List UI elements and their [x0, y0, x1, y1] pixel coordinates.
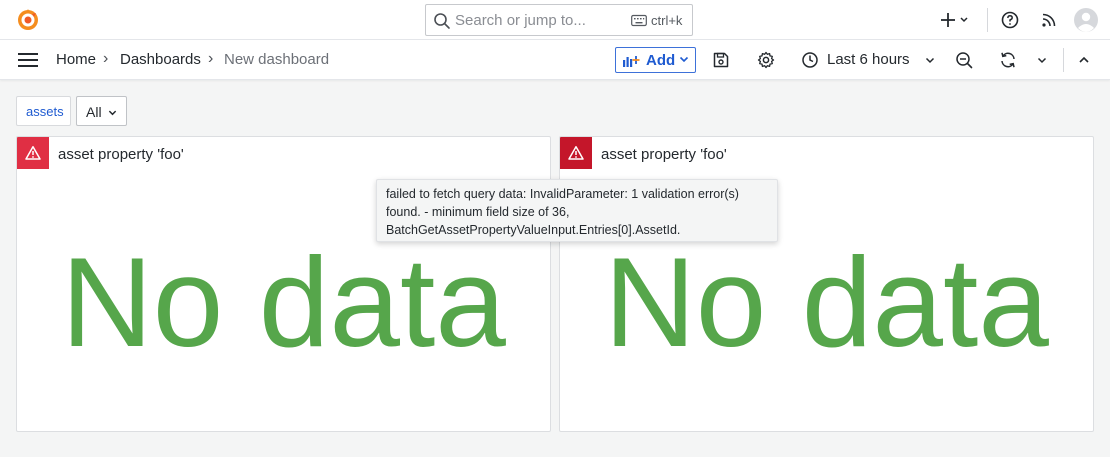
no-data-message: No data — [61, 231, 506, 373]
add-button-label: Add — [646, 52, 676, 69]
dashboard-settings-button[interactable] — [756, 50, 776, 70]
variable-label-text: assets — [26, 104, 64, 119]
no-data-message: No data — [604, 231, 1049, 373]
clock-icon — [802, 52, 818, 68]
chevron-up-icon — [1079, 56, 1089, 63]
grafana-logo-icon[interactable] — [16, 8, 40, 32]
search-input[interactable]: Search or jump to... ctrl+k — [425, 4, 693, 36]
plus-icon — [941, 13, 968, 27]
topbar-divider — [987, 8, 988, 32]
add-button[interactable]: Add — [615, 47, 696, 73]
keyboard-icon — [631, 14, 647, 27]
panel-title[interactable]: asset property 'foo' — [58, 146, 184, 163]
breadcrumb-current: New dashboard — [224, 51, 330, 68]
collapse-toolbar-button[interactable] — [1074, 50, 1094, 70]
time-range-picker[interactable]: Last 6 hours — [827, 51, 910, 68]
chevron-down-icon — [679, 56, 689, 63]
refresh-button[interactable] — [998, 50, 1018, 70]
chevron-down-icon — [1037, 57, 1047, 64]
hamburger-menu-icon[interactable] — [17, 51, 39, 69]
gear-icon — [757, 51, 775, 69]
panel-error-indicator[interactable] — [17, 137, 49, 169]
save-icon — [713, 52, 729, 68]
variable-label: assets — [16, 96, 71, 126]
error-tooltip: failed to fetch query data: InvalidParam… — [376, 179, 778, 242]
refresh-interval-dropdown[interactable] — [1032, 50, 1052, 70]
chevron-down-icon — [108, 110, 117, 116]
new-menu-button[interactable] — [940, 8, 972, 32]
search-icon — [434, 13, 450, 29]
zoom-out-button[interactable] — [954, 50, 974, 70]
navbar-divider — [1063, 48, 1064, 72]
help-icon — [1001, 11, 1019, 29]
news-button[interactable] — [1037, 8, 1061, 32]
warning-icon — [25, 146, 41, 160]
panel-error-indicator[interactable] — [560, 137, 592, 169]
top-bar: Search or jump to... ctrl+k — [0, 0, 1110, 40]
search-placeholder: Search or jump to... — [455, 12, 586, 29]
search-shortcut: ctrl+k — [651, 13, 683, 28]
time-picker-clock[interactable] — [800, 50, 820, 70]
variable-select[interactable]: All — [76, 96, 127, 126]
user-avatar[interactable] — [1074, 8, 1098, 32]
dashboard-nav-bar: Home › Dashboards › New dashboard Add La… — [0, 40, 1110, 80]
add-panel-icon — [623, 56, 640, 67]
save-dashboard-button[interactable] — [711, 50, 731, 70]
warning-icon — [568, 146, 584, 160]
time-range-dropdown[interactable] — [920, 50, 940, 70]
rss-icon — [1042, 13, 1056, 27]
breadcrumb-separator: › — [103, 50, 109, 67]
help-button[interactable] — [998, 8, 1022, 32]
variable-value: All — [86, 104, 102, 120]
zoom-out-icon — [956, 52, 973, 69]
panel-title[interactable]: asset property 'foo' — [601, 146, 727, 163]
breadcrumb-home[interactable]: Home — [56, 51, 96, 68]
refresh-icon — [1001, 52, 1015, 68]
chevron-down-icon — [925, 57, 935, 64]
breadcrumb-dashboards[interactable]: Dashboards — [120, 51, 201, 68]
avatar-icon — [1074, 8, 1098, 32]
breadcrumb-separator: › — [208, 50, 214, 67]
